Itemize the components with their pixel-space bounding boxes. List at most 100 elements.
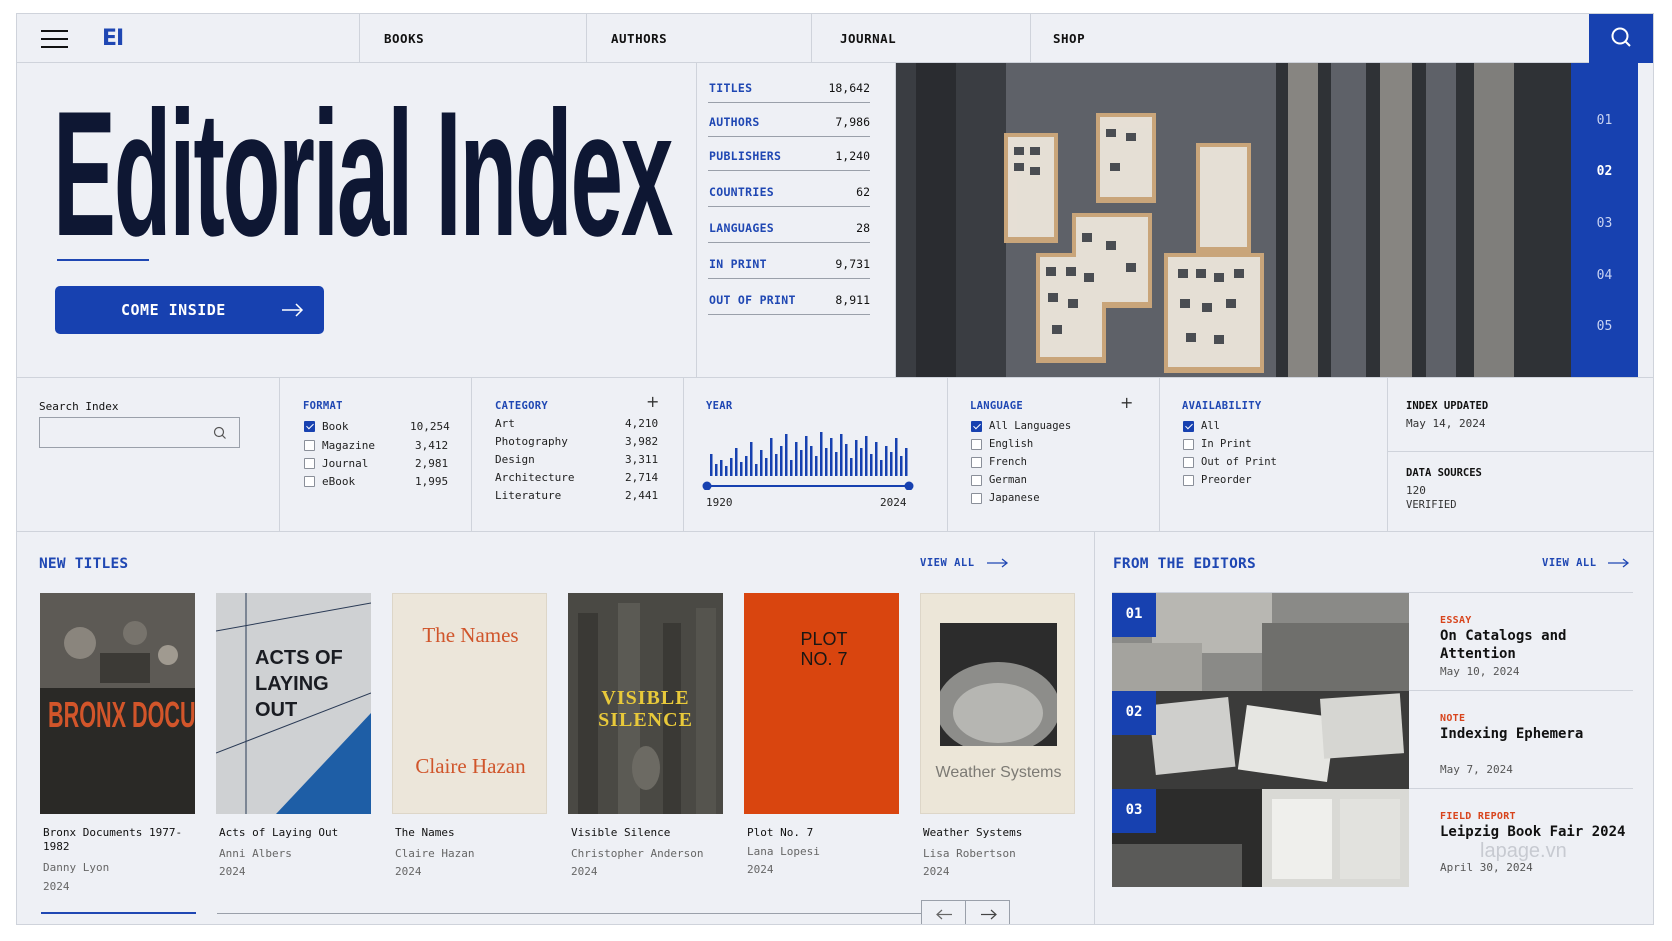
article-number: 02 <box>1112 691 1156 735</box>
stat-label: IN PRINT <box>709 257 767 271</box>
language-label: English <box>989 438 1034 450</box>
carousel-prev-button[interactable] <box>921 900 966 924</box>
format-checkbox[interactable] <box>304 440 315 451</box>
search-filter: Search Index <box>17 378 280 531</box>
year-histogram[interactable] <box>702 418 922 490</box>
article-image: 02 <box>1112 691 1409 789</box>
histogram-bar <box>780 446 783 476</box>
year-max-handle[interactable] <box>904 481 914 491</box>
format-count: 10,254 <box>410 420 450 433</box>
book-author: Christopher Anderson <box>571 847 704 860</box>
nav-link-shop[interactable]: SHOP <box>1030 14 1589 62</box>
language-filter: LANGUAGE + All Languages English French … <box>948 378 1160 531</box>
histogram-bar <box>775 454 778 476</box>
index-updated-value: May 14, 2024 <box>1406 417 1486 430</box>
availability-checkbox[interactable] <box>1183 475 1194 486</box>
slide-dot[interactable]: 01 <box>1571 113 1638 128</box>
category-label[interactable]: Architecture <box>495 471 574 484</box>
language-checkbox[interactable] <box>971 475 982 486</box>
histogram-bar <box>885 446 888 476</box>
histogram-bar <box>835 452 838 476</box>
availability-checkbox[interactable] <box>1183 421 1194 432</box>
book-cover[interactable]: ACTS OF LAYING OUT <box>216 593 371 814</box>
search-input[interactable] <box>39 417 240 448</box>
category-count: 2,714 <box>625 471 659 484</box>
come-inside-button[interactable]: COME INSIDE <box>55 286 324 334</box>
stat-label: TITLES <box>709 81 753 95</box>
index-updated-label: INDEX UPDATED <box>1406 400 1489 412</box>
category-count: 3,982 <box>625 435 659 448</box>
format-label: Magazine <box>322 439 375 452</box>
book-title: Bronx Documents 1977-1982 <box>43 826 183 853</box>
hero: Editorial Index COME INSIDE <box>17 63 697 377</box>
view-all-label: VIEW ALL <box>920 557 975 569</box>
category-label[interactable]: Design <box>495 453 535 466</box>
editor-article[interactable]: 03 FIELD REPORT Leipzig Book Fair 2024 A… <box>1112 789 1633 887</box>
slide-dot[interactable]: 03 <box>1571 216 1638 231</box>
histogram-bar <box>755 464 758 476</box>
hero-underline <box>57 259 149 261</box>
menu-icon[interactable] <box>41 30 68 48</box>
book-cover[interactable]: BRONX DOCUMENTS 1977–1982 <box>40 593 195 814</box>
nav-link-authors[interactable]: AUTHORS <box>586 14 811 62</box>
cover-text: PLOT NO. 7 <box>800 629 848 669</box>
slide-indicator: 01 02 03 04 05 <box>1571 63 1638 377</box>
editor-article[interactable]: 02 NOTE Indexing Ephemera May 7, 2024 <box>1112 691 1633 789</box>
nav-link-books[interactable]: BOOKS <box>359 14 586 62</box>
editor-article[interactable]: 01 ESSAY On Catalogs and Attention May 1… <box>1112 593 1633 691</box>
format-checkbox[interactable] <box>304 421 315 432</box>
cover-photo <box>940 623 1057 746</box>
format-count: 2,981 <box>415 457 449 470</box>
hero-title: Editorial Index <box>53 74 673 273</box>
language-checkbox[interactable] <box>971 493 982 504</box>
language-label: French <box>989 456 1027 468</box>
stat-value: 1,240 <box>835 149 870 163</box>
availability-filter: AVAILABILITY All In Print Out of Print P… <box>1160 378 1388 531</box>
availability-checkbox[interactable] <box>1183 439 1194 450</box>
book-year: 2024 <box>395 865 422 878</box>
category-count: 2,441 <box>625 489 659 502</box>
slide-dot-active[interactable]: 02 <box>1571 164 1638 179</box>
book-year: 2024 <box>747 863 774 876</box>
arrow-right-icon <box>282 303 304 317</box>
histogram-bar <box>790 460 793 476</box>
histogram-bar <box>830 438 833 476</box>
search-icon <box>1611 27 1631 47</box>
cover-text: The Names <box>422 623 519 647</box>
divider <box>1388 451 1653 452</box>
histogram-bar <box>850 458 853 476</box>
book-author: Danny Lyon <box>43 861 110 874</box>
editors-view-all[interactable]: VIEW ALL <box>1542 557 1630 569</box>
format-checkbox[interactable] <box>304 476 315 487</box>
expand-plus-icon[interactable]: + <box>1120 393 1133 412</box>
category-label[interactable]: Art <box>495 417 515 430</box>
book-cover[interactable]: The Names Claire Hazan <box>392 593 547 814</box>
slide-dot[interactable]: 04 <box>1571 268 1638 283</box>
category-label[interactable]: Photography <box>495 435 568 448</box>
language-checkbox[interactable] <box>971 457 982 468</box>
logo[interactable]: EI <box>102 26 124 51</box>
page-frame: EI BOOKS AUTHORS JOURNAL SHOP Editorial … <box>16 13 1654 925</box>
expand-plus-icon[interactable]: + <box>646 392 659 411</box>
book-cover[interactable]: PLOT NO. 7 <box>744 593 899 814</box>
book-cover[interactable]: VISIBLE SILENCE <box>568 593 723 814</box>
arrow-right-icon <box>981 909 997 920</box>
format-checkbox[interactable] <box>304 458 315 469</box>
book-cover[interactable]: Weather Systems <box>920 593 1075 814</box>
histogram-bar <box>750 442 753 476</box>
stat-label: AUTHORS <box>709 115 760 129</box>
carousel-next-button[interactable] <box>965 900 1010 924</box>
watermark: lapage.vn <box>1480 840 1567 862</box>
year-min-handle[interactable] <box>702 481 712 491</box>
histogram-bar <box>805 436 808 476</box>
new-titles-view-all[interactable]: VIEW ALL <box>920 557 1009 569</box>
nav-link-journal[interactable]: JOURNAL <box>811 14 1030 62</box>
slide-dot[interactable]: 05 <box>1571 319 1638 334</box>
search-button[interactable] <box>1589 14 1653 63</box>
language-checkbox[interactable] <box>971 439 982 450</box>
availability-label: All <box>1201 420 1220 432</box>
book-year: 2024 <box>571 865 598 878</box>
category-label[interactable]: Literature <box>495 489 561 502</box>
availability-checkbox[interactable] <box>1183 457 1194 468</box>
language-checkbox[interactable] <box>971 421 982 432</box>
